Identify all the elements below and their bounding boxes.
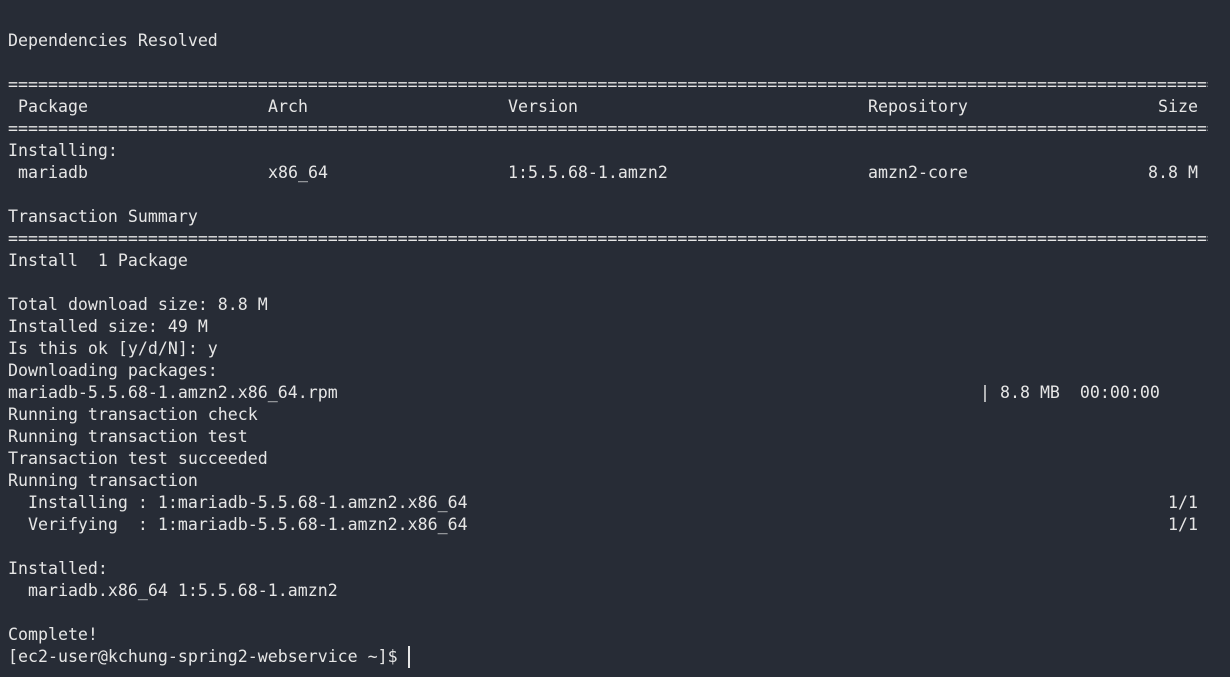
- rpm-progress: | 8.8 MB 00:00:00: [980, 383, 1160, 402]
- total-download-size: Total download size: 8.8 M: [8, 295, 268, 314]
- text-cursor: [408, 646, 410, 668]
- running-transaction: Running transaction: [8, 471, 198, 490]
- installed-label: Installed:: [8, 559, 108, 578]
- row-repository: amzn2-core: [868, 163, 968, 182]
- complete-text: Complete!: [8, 625, 98, 644]
- installing-count: 1/1: [1168, 493, 1198, 512]
- header-repository: Repository: [868, 97, 968, 116]
- header-version: Version: [508, 97, 578, 116]
- install-count: Install 1 Package: [8, 251, 188, 270]
- shell-prompt[interactable]: [ec2-user@kchung-spring2-webservice ~]$: [8, 646, 408, 668]
- transaction-summary: Transaction Summary: [8, 207, 198, 226]
- transaction-test: Running transaction test: [8, 427, 248, 446]
- header-size: Size: [1158, 97, 1198, 116]
- installing-step: Installing : 1:mariadb-5.5.68-1.amzn2.x8…: [8, 493, 468, 512]
- row-version: 1:5.5.68-1.amzn2: [508, 163, 668, 182]
- row-package: mariadb: [18, 163, 88, 182]
- separator: ========================================…: [8, 75, 1208, 94]
- row-arch: x86_64: [268, 163, 328, 182]
- downloading-packages: Downloading packages:: [8, 361, 218, 380]
- transaction-check: Running transaction check: [8, 405, 258, 424]
- verifying-count: 1/1: [1168, 515, 1198, 534]
- terminal-window[interactable]: Dependencies Resolved ==================…: [0, 0, 1230, 677]
- installed-package: mariadb.x86_64 1:5.5.68-1.amzn2: [8, 581, 338, 600]
- separator: ========================================…: [8, 229, 1208, 248]
- header-arch: Arch: [268, 97, 308, 116]
- deps-resolved-text: Dependencies Resolved: [8, 31, 218, 50]
- transaction-succeeded: Transaction test succeeded: [8, 449, 268, 468]
- installing-label: Installing:: [8, 141, 118, 160]
- confirm-prompt: Is this ok [y/d/N]: y: [8, 339, 218, 358]
- separator: ========================================…: [8, 119, 1208, 138]
- verifying-step: Verifying : 1:mariadb-5.5.68-1.amzn2.x86…: [8, 515, 468, 534]
- rpm-file: mariadb-5.5.68-1.amzn2.x86_64.rpm: [8, 383, 338, 402]
- header-package: Package: [18, 97, 88, 116]
- row-size: 8.8 M: [1148, 163, 1198, 182]
- installed-size: Installed size: 49 M: [8, 317, 208, 336]
